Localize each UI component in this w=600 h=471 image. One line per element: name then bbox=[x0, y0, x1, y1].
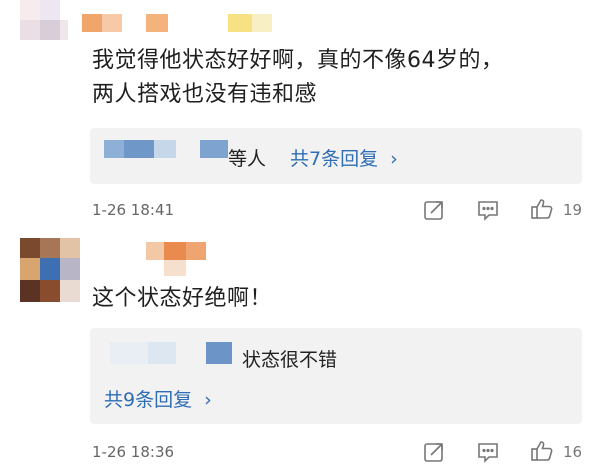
chevron-right-icon: › bbox=[204, 389, 212, 411]
share-icon[interactable] bbox=[422, 440, 446, 464]
username[interactable] bbox=[146, 242, 210, 278]
avatar[interactable] bbox=[20, 238, 84, 302]
thumbs-up-icon[interactable] bbox=[530, 439, 554, 463]
reply-summary-box[interactable]: 等人 共7条回复 › bbox=[90, 128, 582, 184]
reply-count-link: 共7条回复 bbox=[290, 148, 379, 170]
reply-username-blurred bbox=[104, 140, 228, 158]
username[interactable] bbox=[82, 14, 272, 32]
comment-text: 我觉得他状态好好啊，真的不像64岁的， 两人搭戏也没有违和感 bbox=[92, 44, 592, 112]
avatar[interactable] bbox=[20, 0, 68, 52]
comment-icon[interactable] bbox=[476, 198, 500, 222]
share-icon[interactable] bbox=[422, 198, 446, 222]
view-replies-link[interactable]: 共7条回复 › bbox=[290, 144, 398, 171]
comment-icon[interactable] bbox=[476, 440, 500, 464]
reply-summary-suffix: 等人 bbox=[228, 148, 267, 170]
view-replies-link[interactable]: 共9条回复 › bbox=[104, 385, 212, 412]
like-count: 19 bbox=[563, 201, 583, 219]
reply-preview-text: 状态很不错 bbox=[242, 349, 338, 371]
timestamp: 1-26 18:36 bbox=[92, 443, 175, 461]
comment-text-line-2: 两人搭戏也没有违和感 bbox=[92, 82, 318, 107]
chevron-right-icon: › bbox=[390, 148, 398, 170]
like-count: 16 bbox=[563, 443, 583, 461]
thumbs-up-icon[interactable] bbox=[530, 197, 554, 221]
comment-text: 这个状态好绝啊！ bbox=[92, 286, 273, 311]
reply-preview-box[interactable]: 状态很不错 共9条回复 › bbox=[90, 328, 582, 424]
timestamp: 1-26 18:41 bbox=[92, 201, 175, 219]
reply-username-blurred bbox=[110, 342, 232, 364]
reply-count-link: 共9条回复 bbox=[104, 389, 193, 411]
comment-text-line-1: 我觉得他状态好好啊，真的不像64岁的， bbox=[92, 48, 504, 73]
